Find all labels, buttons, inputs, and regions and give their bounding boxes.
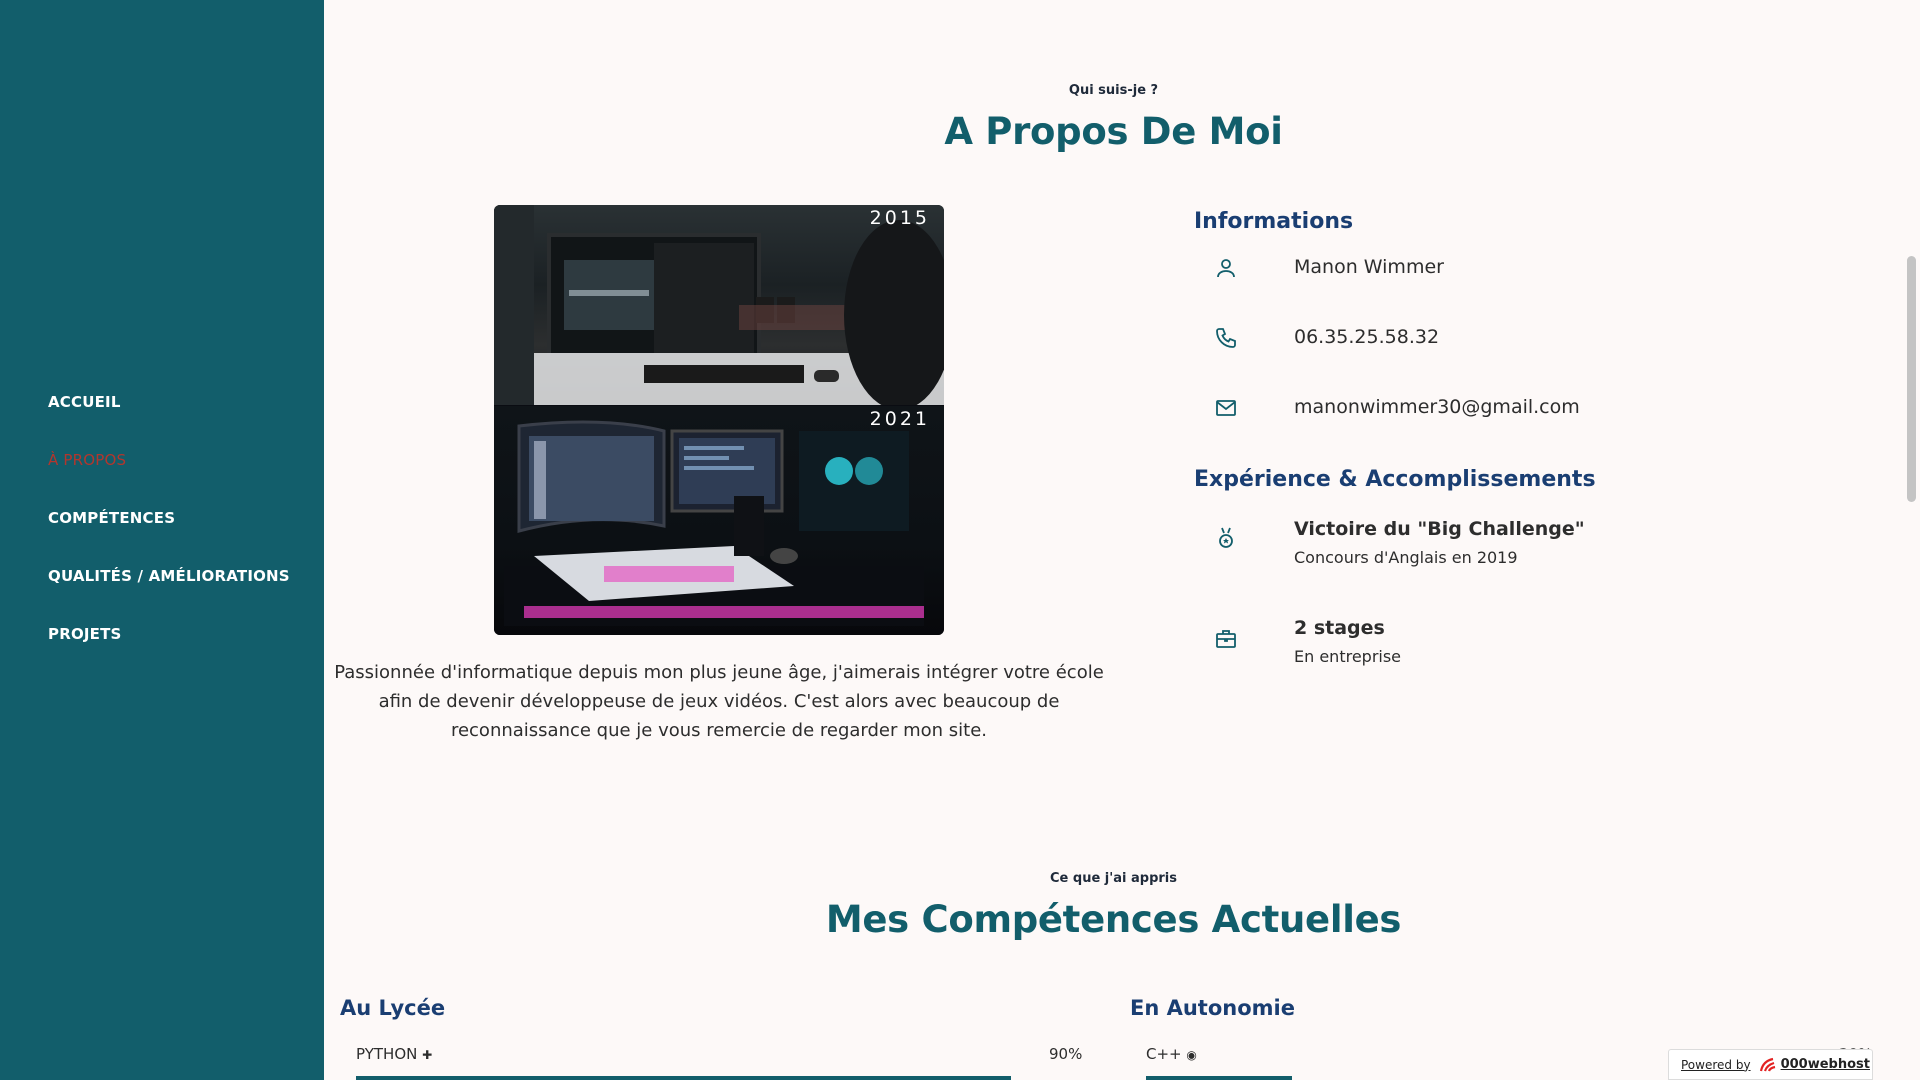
skill-python-bar <box>356 1076 1011 1080</box>
skills-title: Mes Compétences Actuelles <box>825 898 1402 941</box>
info-email[interactable]: manonwimmer30@gmail.com <box>1294 396 1580 418</box>
photo-2021 <box>494 406 944 635</box>
mail-icon <box>1214 396 1238 420</box>
about-eyebrow: Qui suis-je ? <box>1068 83 1159 98</box>
user-icon <box>1214 256 1238 280</box>
bio-text: Passionnée d'informatique depuis mon plu… <box>334 662 1104 741</box>
skill-python-label: PYTHON ✚ <box>356 1045 433 1063</box>
webhost-logo-icon <box>1759 1057 1777 1073</box>
sidebar: ACCUEIL À PROPOS COMPÉTENCES QUALITÉS / … <box>0 0 324 1080</box>
nav-item-projets[interactable]: PROJETS <box>48 625 122 643</box>
year-label-2021: 2021 <box>869 408 930 430</box>
main-nav: ACCUEIL À PROPOS COMPÉTENCES QUALITÉS / … <box>48 392 290 682</box>
skills-left-heading: Au Lycée <box>340 996 446 1020</box>
scrollbar-thumb[interactable] <box>1907 256 1916 502</box>
workspace-photo: 2015 2021 <box>494 205 944 635</box>
info-phone[interactable]: 06.35.25.58.32 <box>1294 326 1439 348</box>
achievement-stages: 2 stages En entreprise <box>1214 609 1774 679</box>
experience-title: Expérience & Accomplissements <box>1194 467 1596 492</box>
nav-item-a-propos[interactable]: À PROPOS <box>48 451 126 469</box>
info-name: Manon Wimmer <box>1294 256 1444 278</box>
main-content: Qui suis-je ? A Propos De Moi 2015 2021 … <box>324 0 1903 1080</box>
badge-prefix: Powered by <box>1681 1057 1751 1072</box>
photo-2015 <box>494 205 944 410</box>
achievement-title: 2 stages <box>1294 617 1385 639</box>
info-phone-row: 06.35.25.58.32 <box>1214 318 1774 358</box>
year-label-2015: 2015 <box>869 207 930 229</box>
achievement-title: Victoire du "Big Challenge" <box>1294 518 1585 540</box>
powered-by-badge[interactable]: Powered by 000webhost <box>1668 1049 1873 1080</box>
page-scrollbar[interactable] <box>1903 0 1920 1080</box>
achievement-subtitle: En entreprise <box>1294 647 1402 666</box>
skill-cpp-label: C++ ◉ <box>1146 1045 1197 1063</box>
badge-brand: 000webhost <box>1780 1057 1870 1072</box>
achievement-subtitle: Concours d'Anglais en 2019 <box>1294 548 1518 567</box>
briefcase-icon <box>1214 627 1238 651</box>
nav-item-qualites[interactable]: QUALITÉS / AMÉLIORATIONS <box>48 567 290 585</box>
about-title: A Propos De Moi <box>944 110 1283 153</box>
skill-python-percent: 90% <box>1049 1045 1083 1063</box>
skills-eyebrow: Ce que j'ai appris <box>1050 871 1177 886</box>
medal-icon <box>1214 526 1238 550</box>
info-name-row: Manon Wimmer <box>1214 248 1774 288</box>
skills-right-heading: En Autonomie <box>1130 996 1295 1020</box>
nav-item-accueil[interactable]: ACCUEIL <box>48 393 121 411</box>
nav-item-competences[interactable]: COMPÉTENCES <box>48 509 175 527</box>
info-title: Informations <box>1194 209 1354 234</box>
info-email-row: manonwimmer30@gmail.com <box>1214 388 1774 428</box>
achievement-big-challenge: Victoire du "Big Challenge" Concours d'A… <box>1214 510 1774 580</box>
cpp-icon: ◉ <box>1186 1048 1197 1062</box>
phone-icon <box>1214 326 1238 350</box>
python-icon: ✚ <box>422 1048 433 1062</box>
skill-cpp-bar <box>1146 1076 1292 1080</box>
